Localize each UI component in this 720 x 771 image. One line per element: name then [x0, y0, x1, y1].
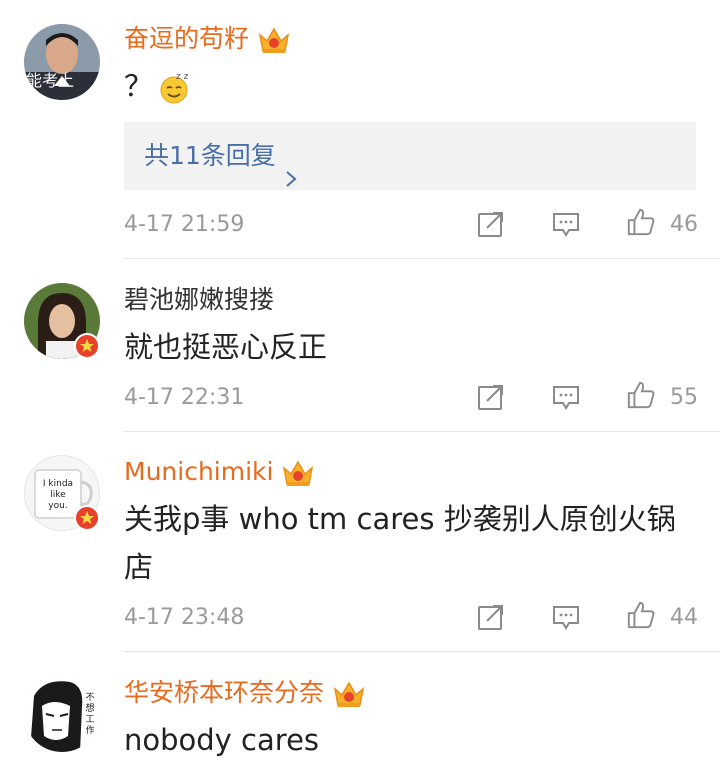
comment-meta: 4-17 23:48 44 — [124, 600, 720, 636]
crown-icon — [257, 25, 291, 55]
avatar-caption: 能考上 — [26, 71, 74, 90]
share-icon[interactable] — [476, 209, 506, 239]
timestamp: 4-17 23:48 — [124, 605, 245, 630]
chevron-right-icon — [284, 147, 298, 187]
username[interactable]: 华安桥本环奈分奈 — [124, 676, 366, 710]
comment-icon[interactable] — [551, 209, 581, 239]
avatar[interactable]: 能考上 — [24, 24, 100, 100]
comment-text-content: ？ — [124, 69, 154, 103]
svg-text:you.: you. — [48, 501, 67, 511]
username[interactable]: Munichimiki — [124, 455, 315, 489]
crown-icon — [332, 679, 366, 709]
username-text[interactable]: 奋逗的苟籽 — [124, 24, 249, 53]
username-text[interactable]: 华安桥本环奈分奈 — [124, 678, 324, 707]
timestamp: 4-17 22:31 — [124, 385, 245, 410]
timestamp: 4-17 21:59 — [124, 212, 245, 237]
sleepy-smile-emoji-icon: z z — [157, 71, 191, 105]
divider — [124, 431, 720, 432]
replies-label: 共11条回复 — [144, 141, 276, 170]
like-count: 44 — [670, 605, 698, 630]
verified-badge-icon — [74, 505, 100, 531]
like-count: 46 — [670, 212, 698, 237]
svg-text:不: 不 — [85, 692, 94, 703]
comment-text: nobody cares — [124, 723, 320, 757]
svg-text:工: 工 — [85, 715, 94, 725]
like-icon[interactable] — [626, 600, 658, 632]
like-count: 55 — [670, 385, 698, 410]
svg-text:作: 作 — [85, 724, 94, 736]
divider — [124, 651, 720, 652]
comment-meta: 4-17 22:31 55 — [124, 380, 720, 416]
verified-badge-icon — [74, 333, 100, 359]
avatar[interactable]: 不 想 工 作 — [24, 676, 100, 752]
comment-text: ？ z z — [124, 62, 694, 110]
like-icon[interactable] — [626, 207, 658, 239]
svg-text:like: like — [50, 490, 66, 500]
share-icon[interactable] — [476, 602, 506, 632]
crown-icon — [281, 458, 315, 488]
divider — [124, 258, 720, 259]
comment-icon[interactable] — [551, 602, 581, 632]
like-icon[interactable] — [626, 380, 658, 412]
username-text[interactable]: Munichimiki — [124, 457, 273, 486]
comment-text: 关我p事 who tm cares 抄袭别人原创火锅店 — [124, 502, 676, 584]
comment-text: 就也挺恶心反正 — [124, 330, 328, 364]
svg-text:想: 想 — [85, 702, 94, 714]
share-icon[interactable] — [476, 382, 506, 412]
view-replies-button[interactable]: 共11条回复 — [124, 122, 696, 190]
svg-text:z z: z z — [176, 72, 189, 82]
username[interactable]: 奋逗的苟籽 — [124, 22, 291, 56]
comment-meta: 4-17 21:59 46 — [124, 207, 720, 243]
username[interactable]: 碧池娜嫩搜搂 — [124, 283, 274, 317]
svg-text:I kinda: I kinda — [43, 479, 73, 489]
comment-icon[interactable] — [551, 382, 581, 412]
